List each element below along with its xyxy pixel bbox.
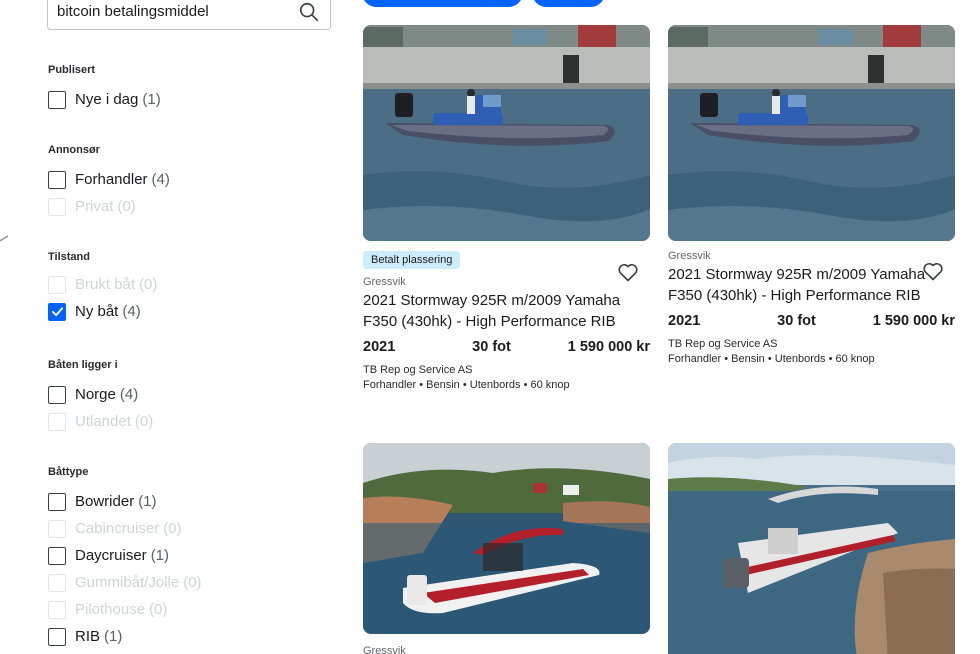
filter-group-title: Tilstand bbox=[48, 251, 90, 263]
filter-option-label: Gummibåt/Jolle bbox=[75, 574, 180, 591]
primary-action-button[interactable] bbox=[362, 0, 523, 7]
listing-specs: Forhandler • Bensin • Utenbords • 60 kno… bbox=[668, 353, 875, 365]
listing-year: 2021 bbox=[668, 313, 701, 329]
filter-option-count: (0) bbox=[139, 276, 158, 293]
listing-location: Gressvik bbox=[668, 250, 711, 262]
filter-option-count: (1) bbox=[138, 493, 157, 510]
checkbox bbox=[48, 573, 66, 592]
filter-option-count: (1) bbox=[150, 547, 170, 564]
checkbox[interactable] bbox=[48, 90, 66, 109]
listing-card[interactable]: Betalt plassering Gressvik 2021 Stormway… bbox=[363, 25, 650, 391]
filter-option-label: Norge bbox=[75, 386, 116, 403]
checkbox bbox=[48, 275, 66, 294]
checkbox[interactable] bbox=[48, 385, 66, 404]
checkbox bbox=[48, 600, 66, 619]
checkbox[interactable] bbox=[48, 492, 66, 511]
filter-option-brukt-bat: Brukt båt (0) bbox=[48, 271, 157, 298]
filter-option-rib[interactable]: RIB (1) bbox=[48, 623, 202, 650]
filter-option-label: Nye i dag bbox=[75, 91, 139, 108]
filter-group-tilstand: Tilstand Brukt båt (0) Ny båt (4) bbox=[48, 249, 157, 325]
listing-seller: TB Rep og Service AS bbox=[363, 364, 473, 376]
listing-photo[interactable] bbox=[668, 443, 955, 654]
filter-option-count: (4) bbox=[122, 303, 141, 320]
filter-option-forhandler[interactable]: Forhandler (4) bbox=[48, 166, 170, 193]
listing-photo[interactable] bbox=[363, 25, 650, 241]
search-field[interactable] bbox=[47, 0, 331, 30]
filter-option-count: (0) bbox=[117, 198, 136, 215]
filter-option-daycruiser[interactable]: Daycruiser (1) bbox=[48, 542, 202, 569]
filter-option-count: (1) bbox=[104, 628, 123, 645]
filter-option-label: Utlandet bbox=[75, 413, 131, 430]
filter-group-publisert: Publisert Nye i dag (1) bbox=[48, 62, 161, 113]
filter-group-title: Båten ligger i bbox=[48, 359, 118, 371]
listing-location: Gressvik bbox=[363, 645, 406, 654]
filter-option-count: (0) bbox=[183, 574, 202, 591]
filter-group-title: Annonsør bbox=[48, 144, 100, 156]
search-input[interactable] bbox=[57, 0, 298, 20]
secondary-action-button[interactable] bbox=[532, 0, 605, 7]
filter-option-utlandet: Utlandet (0) bbox=[48, 408, 153, 435]
listing-seller: TB Rep og Service AS bbox=[668, 338, 778, 350]
filter-option-cabincruiser: Cabincruiser (0) bbox=[48, 515, 202, 542]
filter-option-label: Bowrider bbox=[75, 493, 135, 510]
listing-specs: Forhandler • Bensin • Utenbords • 60 kno… bbox=[363, 379, 570, 391]
filter-option-label: RIB bbox=[75, 628, 101, 645]
listing-price: 1 590 000 kr bbox=[872, 313, 955, 329]
filter-group-title: Publisert bbox=[48, 64, 96, 76]
search-icon[interactable] bbox=[298, 1, 320, 23]
filter-option-count: (0) bbox=[134, 413, 154, 430]
checkbox bbox=[48, 412, 66, 431]
filter-option-bowrider[interactable]: Bowrider (1) bbox=[48, 488, 202, 515]
listing-location: Gressvik bbox=[363, 276, 406, 288]
filter-option-gummibat-jolle: Gummibåt/Jolle (0) bbox=[48, 569, 202, 596]
listing-year: 2021 bbox=[363, 339, 396, 355]
listing-title[interactable]: 2021 Stormway 925R m/2009 Yamaha F350 (4… bbox=[668, 264, 955, 306]
listing-card[interactable]: Gressvik bbox=[363, 443, 650, 654]
filter-option-nye-i-dag[interactable]: Nye i dag (1) bbox=[48, 86, 161, 113]
listing-card[interactable]: Gressvik 2021 Stormway 925R m/2009 Yamah… bbox=[668, 25, 955, 365]
paid-placement-badge: Betalt plassering bbox=[363, 251, 461, 269]
checkbox bbox=[48, 519, 66, 538]
checkbox[interactable] bbox=[48, 302, 66, 321]
filter-option-label: Privat bbox=[75, 198, 114, 215]
checkbox[interactable] bbox=[48, 170, 66, 189]
listing-key-info: 2021 30 fot 1 590 000 kr bbox=[363, 339, 650, 355]
filter-option-count: (4) bbox=[119, 386, 139, 403]
listing-card[interactable] bbox=[668, 443, 955, 654]
filter-option-label: Ny båt bbox=[75, 303, 119, 320]
checkmark-icon bbox=[51, 307, 63, 317]
listing-length: 30 fot bbox=[777, 313, 816, 329]
filter-option-privat: Privat (0) bbox=[48, 193, 170, 220]
checkbox bbox=[48, 197, 66, 216]
listing-price: 1 590 000 kr bbox=[567, 339, 650, 355]
filter-option-count: (1) bbox=[142, 91, 161, 108]
heart-icon[interactable] bbox=[616, 260, 640, 284]
filter-group-annonsor: Annonsør Forhandler (4) Privat (0) bbox=[48, 142, 170, 220]
listing-key-info: 2021 30 fot 1 590 000 kr bbox=[668, 313, 955, 329]
filter-option-ny-bat[interactable]: Ny båt (4) bbox=[48, 298, 157, 325]
filter-group-title: Båttype bbox=[48, 466, 89, 478]
filter-option-pilothouse: Pilothouse (0) bbox=[48, 596, 202, 623]
heart-icon[interactable] bbox=[921, 259, 945, 283]
listing-photo[interactable] bbox=[363, 443, 650, 634]
checkbox[interactable] bbox=[48, 546, 66, 565]
filter-option-count: (0) bbox=[149, 601, 168, 618]
filter-group-baten-ligger-i: Båten ligger i Norge (4) Utlandet (0) bbox=[48, 357, 153, 435]
edge-mark-icon bbox=[0, 235, 9, 242]
filter-option-norge[interactable]: Norge (4) bbox=[48, 381, 153, 408]
filter-option-label: Brukt båt bbox=[75, 276, 136, 293]
listing-title[interactable]: 2021 Stormway 925R m/2009 Yamaha F350 (4… bbox=[363, 290, 650, 332]
checkbox[interactable] bbox=[48, 627, 66, 646]
listing-photo[interactable] bbox=[668, 25, 955, 241]
filter-option-label: Daycruiser bbox=[75, 547, 147, 564]
filter-option-label: Cabincruiser bbox=[75, 520, 160, 537]
filter-option-label: Forhandler bbox=[75, 171, 148, 188]
filter-option-count: (4) bbox=[151, 171, 170, 188]
listing-length: 30 fot bbox=[472, 339, 511, 355]
filter-group-battype: Båttype Bowrider (1) Cabincruiser (0) Da… bbox=[48, 464, 202, 650]
filter-option-label: Pilothouse bbox=[75, 601, 146, 618]
filter-option-count: (0) bbox=[163, 520, 182, 537]
